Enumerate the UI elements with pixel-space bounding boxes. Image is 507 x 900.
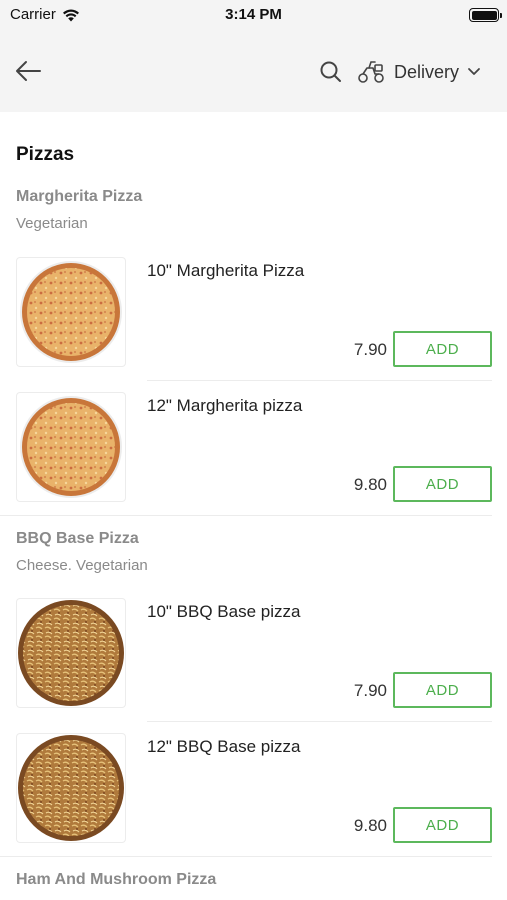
section-title: Pizzas	[16, 144, 75, 165]
group-title: Ham And Mushroom Pizza	[16, 871, 217, 888]
divider	[0, 515, 492, 516]
group-subtitle: Cheese. Vegetarian	[16, 557, 148, 574]
arrow-left-icon	[16, 61, 41, 81]
menu-item[interactable]: 10" Margherita Pizza 7.90 ADD	[16, 257, 492, 387]
add-button[interactable]: ADD	[393, 466, 492, 502]
divider	[147, 380, 492, 381]
margherita-pizza-image	[16, 392, 126, 502]
search-icon	[320, 61, 341, 82]
navigation-bar: Delivery	[0, 30, 507, 112]
divider	[147, 721, 492, 722]
item-name: 10" Margherita Pizza	[147, 261, 305, 280]
group-title: Margherita Pizza	[16, 188, 143, 205]
menu-item[interactable]: 12" Margherita pizza 9.80 ADD	[0, 392, 492, 522]
item-name: 12" Margherita pizza	[147, 396, 303, 415]
item-price: 7.90	[353, 681, 387, 700]
item-price: 9.80	[353, 816, 387, 835]
delivery-mode-select[interactable]: Delivery	[356, 56, 481, 88]
group-title: BBQ Base Pizza	[16, 530, 139, 547]
battery-icon	[469, 8, 502, 22]
bbq-pizza-image	[16, 598, 126, 708]
add-button[interactable]: ADD	[393, 672, 492, 708]
scooter-icon	[358, 61, 384, 83]
group-subtitle: Vegetarian	[16, 215, 88, 232]
clock: 3:14 PM	[225, 6, 282, 23]
bbq-pizza-image	[16, 733, 126, 843]
search-button[interactable]	[318, 59, 344, 85]
item-price: 9.80	[353, 475, 387, 494]
status-bar: Carrier 3:14 PM	[0, 0, 507, 30]
chevron-down-icon	[468, 68, 480, 75]
menu-item[interactable]: 12" BBQ Base pizza 9.80 ADD	[0, 733, 492, 863]
item-name: 12" BBQ Base pizza	[147, 737, 301, 756]
menu-item[interactable]: 10" BBQ Base pizza 7.90 ADD	[16, 598, 492, 728]
divider	[0, 856, 492, 857]
add-button[interactable]: ADD	[393, 331, 492, 367]
item-name: 10" BBQ Base pizza	[147, 602, 301, 621]
back-button[interactable]	[12, 56, 44, 86]
item-price: 7.90	[353, 340, 387, 359]
add-button[interactable]: ADD	[393, 807, 492, 843]
delivery-label: Delivery	[394, 61, 460, 82]
margherita-pizza-image	[16, 257, 126, 367]
